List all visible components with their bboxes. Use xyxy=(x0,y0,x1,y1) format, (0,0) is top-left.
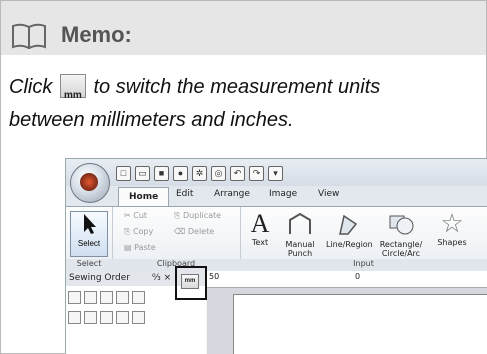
undo-icon[interactable]: ↶ xyxy=(230,165,245,181)
ruler-label-0: 0 xyxy=(355,272,361,281)
new-file-icon[interactable]: □ xyxy=(116,165,131,181)
move-up-icon[interactable] xyxy=(84,291,97,304)
star-icon: ☆ xyxy=(440,209,464,239)
ribbon: Select Select ✂ Cut ⎘ Copy ▤ Paste ⎘ Dup… xyxy=(66,206,487,272)
arrow-cursor-icon xyxy=(84,214,96,234)
select-button[interactable]: Select xyxy=(70,211,108,257)
memo-text-line1: to switch the measurement units xyxy=(93,76,381,98)
quick-access-toolbar: □ ▭ ■ ● ✲ ◎ ↶ ↷ ▾ xyxy=(116,164,283,182)
manual-punch-button[interactable]: Manual Punch xyxy=(282,210,318,258)
cut-button[interactable]: ✂ Cut xyxy=(124,211,147,220)
layer-icon[interactable] xyxy=(84,311,97,324)
design-page[interactable] xyxy=(233,294,487,354)
units-toggle-icon-label: mm xyxy=(64,89,82,101)
application-orb-button[interactable] xyxy=(70,163,110,203)
tab-view[interactable]: View xyxy=(318,189,339,199)
manual-punch-label: Manual Punch xyxy=(285,240,315,258)
select-button-label: Select xyxy=(77,239,101,248)
tab-arrange[interactable]: Arrange xyxy=(214,189,250,199)
input-group: A Text Manual Punch Line/Region Rectangl… xyxy=(240,207,487,271)
target-icon[interactable]: ◎ xyxy=(211,165,226,181)
clipboard-group: ✂ Cut ⎘ Copy ▤ Paste ⎘ Duplicate ⌫ Delet… xyxy=(112,207,241,271)
text-button[interactable]: A Text xyxy=(244,209,276,248)
rectangle-circle-arc-label: Rectangle/ Circle/Arc xyxy=(379,240,423,258)
save-icon[interactable]: ■ xyxy=(154,165,169,181)
paste-button[interactable]: ▤ Paste xyxy=(124,243,156,252)
sewing-order-label: Sewing Order xyxy=(69,273,130,283)
tab-edit[interactable]: Edit xyxy=(176,189,193,199)
text-icon: A xyxy=(250,209,270,238)
color-icon[interactable] xyxy=(68,311,81,324)
ribbon-tabs: Home Edit Arrange Image View xyxy=(66,186,487,207)
panel-pin-icon[interactable]: ↉ × xyxy=(152,271,171,286)
close-icon[interactable] xyxy=(116,311,129,324)
customize-icon[interactable]: ▾ xyxy=(268,165,283,181)
delete-button[interactable]: ⌫ Delete xyxy=(174,227,214,236)
select-group-label: Select xyxy=(66,259,112,271)
horizontal-ruler: 50 0 xyxy=(207,271,487,288)
book-icon xyxy=(12,23,46,49)
input-group-label: Input xyxy=(240,259,487,271)
units-toggle-icon: mm xyxy=(59,73,86,101)
memo-header: Memo: xyxy=(1,1,486,55)
memo-box: Memo: Click mm to switch the measurement… xyxy=(0,0,487,354)
shapes-button[interactable]: ☆ Shapes xyxy=(432,210,472,247)
redo-icon[interactable]: ↷ xyxy=(249,165,264,181)
text-button-label: Text xyxy=(251,238,269,247)
title-bar: □ ▭ ■ ● ✲ ◎ ↶ ↷ ▾ xyxy=(66,159,487,186)
settings-icon[interactable]: ✲ xyxy=(192,165,207,181)
move-down-icon[interactable] xyxy=(100,291,113,304)
tab-image[interactable]: Image xyxy=(269,189,297,199)
design-canvas[interactable] xyxy=(207,288,487,354)
shapes-label: Shapes xyxy=(437,238,467,247)
frame-icon[interactable] xyxy=(132,291,145,304)
rectangle-circle-arc-button[interactable]: Rectangle/ Circle/Arc xyxy=(374,210,428,258)
manual-punch-icon xyxy=(289,212,311,234)
memo-text-line2: between millimeters and inches. xyxy=(9,109,294,131)
tab-home[interactable]: Home xyxy=(118,187,170,207)
highlight-frame xyxy=(175,266,207,300)
line-region-label: Line/Region xyxy=(326,240,373,249)
line-region-button[interactable]: Line/Region xyxy=(326,210,373,249)
panel-toolbar-row-2 xyxy=(68,311,145,326)
pointer-icon[interactable] xyxy=(132,311,145,324)
copy-button[interactable]: ⎘ Copy xyxy=(124,227,153,237)
memo-title: Memo: xyxy=(61,22,132,47)
memo-text-click: Click xyxy=(9,76,53,98)
group-icon[interactable] xyxy=(116,291,129,304)
ruler-label-50: 50 xyxy=(209,272,220,281)
app-screenshot: □ ▭ ■ ● ✲ ◎ ↶ ↷ ▾ Home Edit Arrange Imag… xyxy=(65,158,487,354)
open-file-icon[interactable]: ▭ xyxy=(135,165,150,181)
copy-layer-icon[interactable] xyxy=(100,311,113,324)
sort-icon[interactable] xyxy=(68,291,81,304)
record-icon[interactable]: ● xyxy=(173,165,188,181)
rectangle-circle-icon xyxy=(389,215,414,235)
memo-body: Click mm to switch the measurement units… xyxy=(9,71,479,137)
panel-toolbar-row-1 xyxy=(68,291,145,306)
app-logo-icon xyxy=(80,173,98,191)
select-group: Select Select xyxy=(66,207,113,271)
duplicate-button[interactable]: ⎘ Duplicate xyxy=(174,211,221,221)
line-region-icon xyxy=(339,214,358,235)
